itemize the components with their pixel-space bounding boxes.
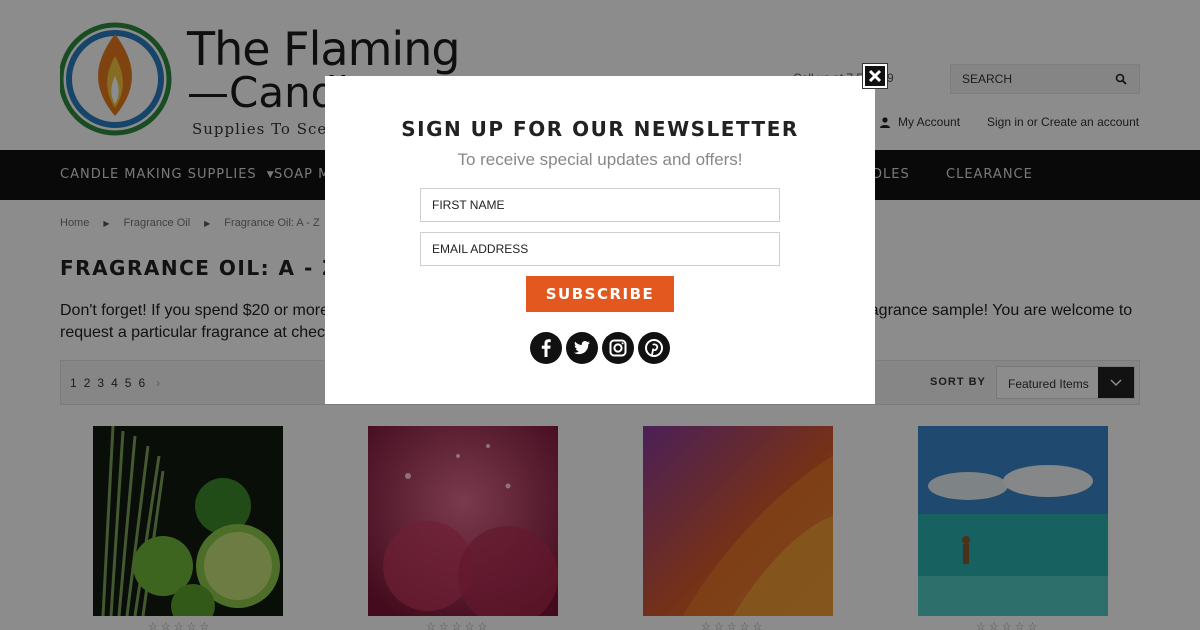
first-name-field [420,188,780,222]
close-icon [868,69,882,83]
facebook-icon [541,339,551,357]
email-input[interactable] [421,233,779,265]
first-name-input[interactable] [421,189,779,221]
pinterest-icon [645,339,663,357]
facebook-link[interactable] [530,332,562,364]
newsletter-modal: SIGN UP FOR OUR NEWSLETTER To receive sp… [325,76,875,404]
modal-subtitle: To receive special updates and offers! [457,150,743,169]
email-field [420,232,780,266]
modal-title: SIGN UP FOR OUR NEWSLETTER [401,117,799,141]
pinterest-link[interactable] [638,332,670,364]
social-links [530,332,670,364]
modal-close-button[interactable] [862,63,888,89]
instagram-icon [609,339,627,357]
subscribe-button[interactable]: SUBSCRIBE [526,276,674,312]
instagram-link[interactable] [602,332,634,364]
twitter-icon [573,341,590,355]
twitter-link[interactable] [566,332,598,364]
